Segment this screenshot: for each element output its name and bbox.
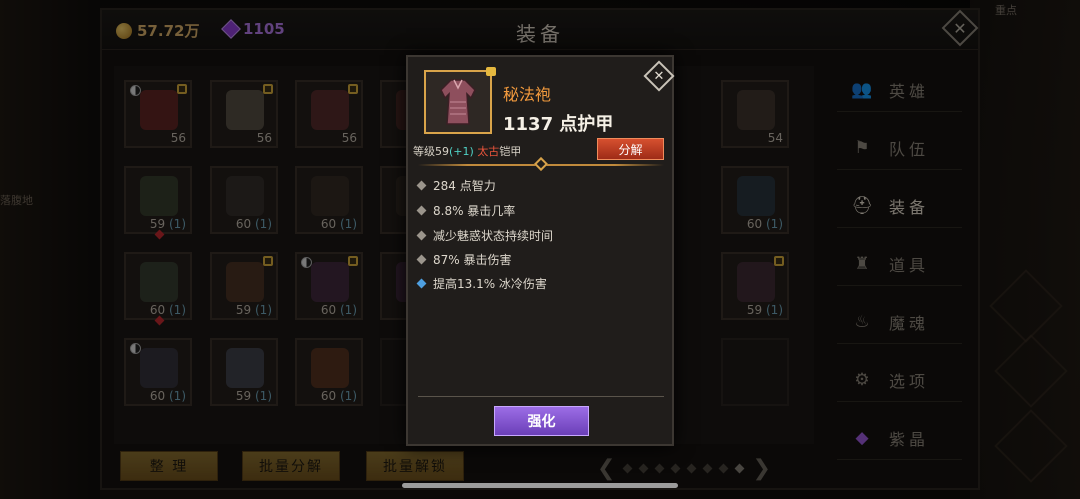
item-icon-frame <box>424 70 492 134</box>
item-stat-text: 284 点智力 <box>433 179 496 193</box>
diamond-bullet-icon <box>416 254 427 265</box>
item-level: 等级59 <box>413 145 449 158</box>
lock-icon[interactable] <box>486 67 496 76</box>
diamond-bullet-icon <box>416 205 427 216</box>
item-detail-popup: 秘法袍 1137 点护甲 ✕ 等级59(+1) 太古铠甲 分解 284 点智力 8… <box>406 55 675 446</box>
item-stat: 提高13.1% 冰冷伤害 <box>416 275 547 292</box>
divider <box>418 396 664 397</box>
item-stat: 284 点智力 <box>416 177 496 194</box>
item-stat: 8.8% 暴击几率 <box>416 202 516 219</box>
item-name: 秘法袍 <box>503 85 552 104</box>
diamond-bullet-icon <box>416 278 427 289</box>
diamond-bullet-icon <box>416 230 427 241</box>
close-icon: ✕ <box>653 68 665 84</box>
item-stat: 87% 暴击伤害 <box>416 251 512 268</box>
item-stat-text: 减少魅惑状态持续时间 <box>433 229 554 243</box>
item-stat-text: 8.8% 暴击几率 <box>433 204 516 218</box>
divider-diamond <box>533 156 549 172</box>
diamond-bullet-icon <box>416 180 427 191</box>
dismantle-button[interactable]: 分解 <box>597 138 664 160</box>
item-type: 铠甲 <box>499 145 522 158</box>
popup-close-button[interactable]: ✕ <box>643 60 675 92</box>
item-stat-text: 提高13.1% 冰冷伤害 <box>433 277 547 291</box>
armor-value: 1137 点护甲 <box>503 114 614 135</box>
item-level-line: 等级59(+1) 太古铠甲 <box>413 143 521 159</box>
item-stat: 减少魅惑状态持续时间 <box>416 227 554 244</box>
home-indicator[interactable] <box>402 483 678 488</box>
item-level-bonus: (+1) <box>449 145 474 158</box>
enhance-button[interactable]: 强化 <box>494 406 589 436</box>
item-stat-text: 87% 暴击伤害 <box>433 253 512 267</box>
robe-icon <box>440 79 476 125</box>
item-set-name: 太古 <box>477 145 500 158</box>
